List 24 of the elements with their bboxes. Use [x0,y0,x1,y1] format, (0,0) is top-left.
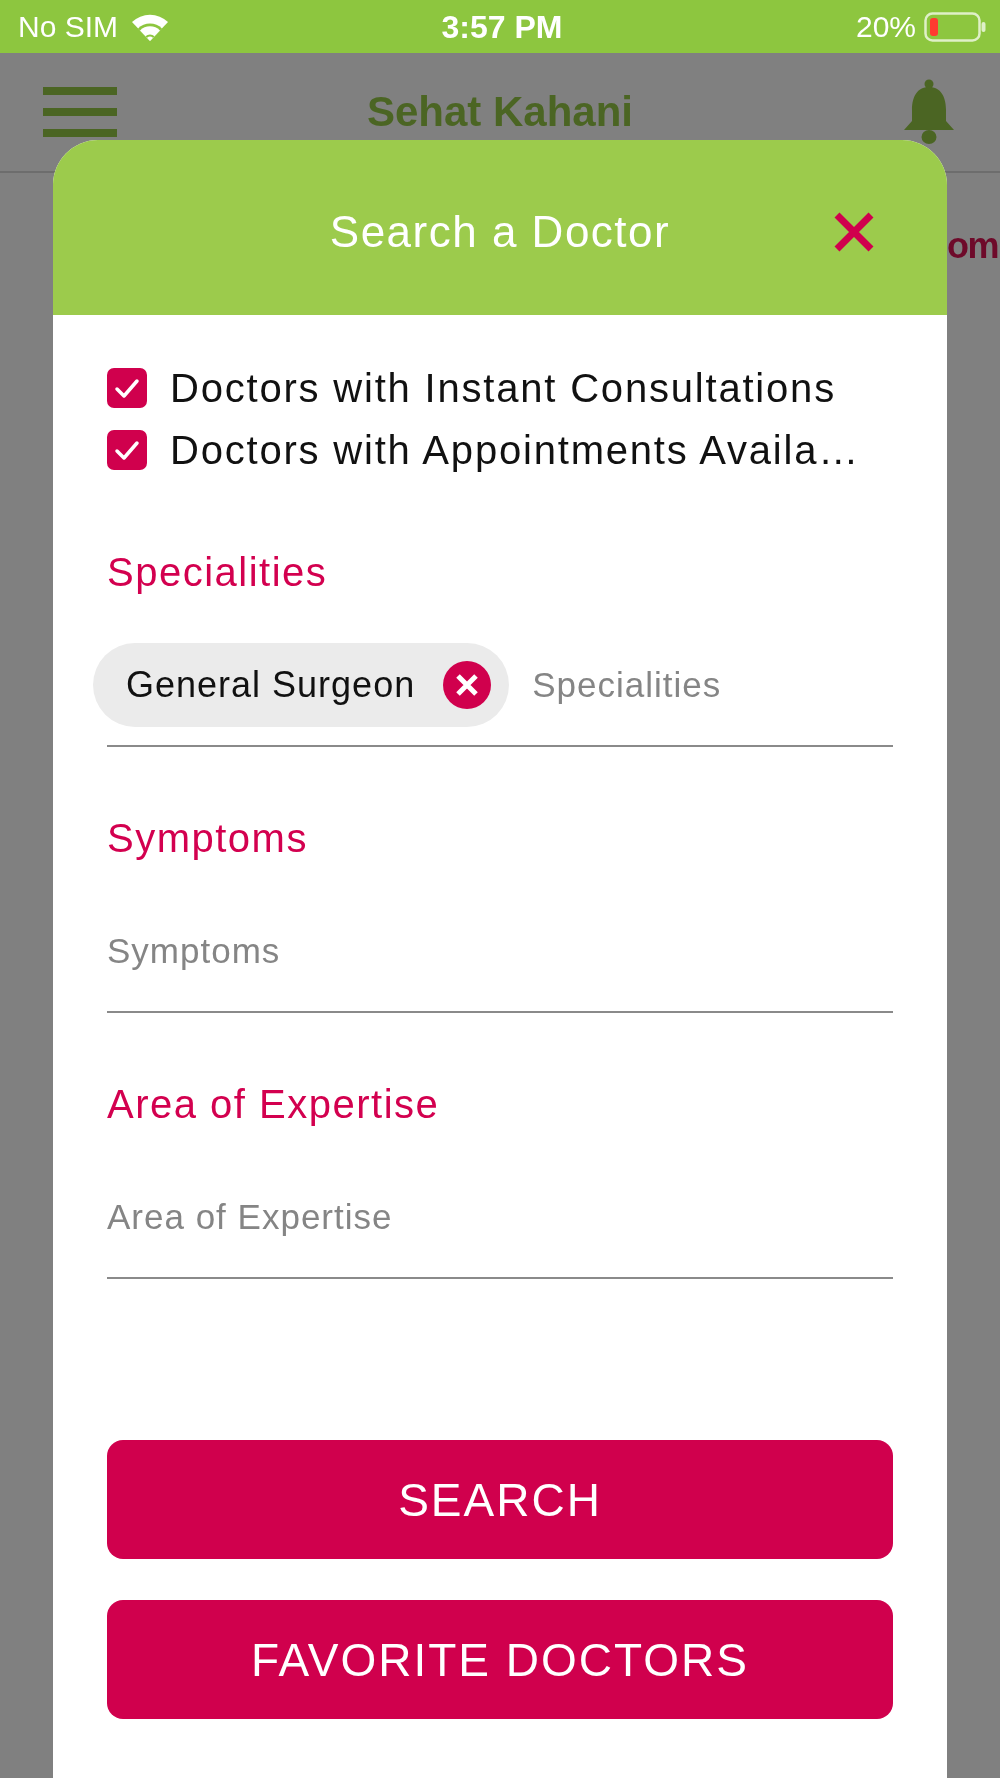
dialog-title: Search a Doctor [329,205,671,258]
checkbox[interactable] [107,430,147,470]
field-label: Area of Expertise [107,1081,441,1127]
checkbox[interactable] [107,368,147,408]
carrier-label: No SIM [18,9,119,44]
filter-label: Doctors with Appointments Availa… [170,427,861,474]
action-button[interactable]: SEARCH [107,1440,893,1559]
battery-icon [924,11,986,42]
app-title: Sehat Kahani [366,88,634,136]
remove-icon[interactable] [443,661,492,709]
close-icon[interactable] [833,210,875,253]
input-field[interactable]: Specialities [532,663,893,707]
field-label: Symptoms [107,815,309,861]
bell-icon[interactable] [901,79,957,145]
action-button[interactable]: FAVORITE DOCTORS [107,1600,893,1719]
input-field[interactable]: Symptoms [107,929,893,973]
chip-label: General Surgeon [126,664,416,706]
specialty-chip[interactable]: General Surgeon [93,643,510,727]
input-field[interactable]: Area of Expertise [107,1195,893,1239]
filter-label: Doctors with Instant Consultations [170,365,836,412]
battery-percent: 20% [855,9,916,44]
field-label: Specialities [107,549,329,595]
heading-fragment: om [947,224,998,268]
clock-time: 3:57 PM [441,8,563,45]
